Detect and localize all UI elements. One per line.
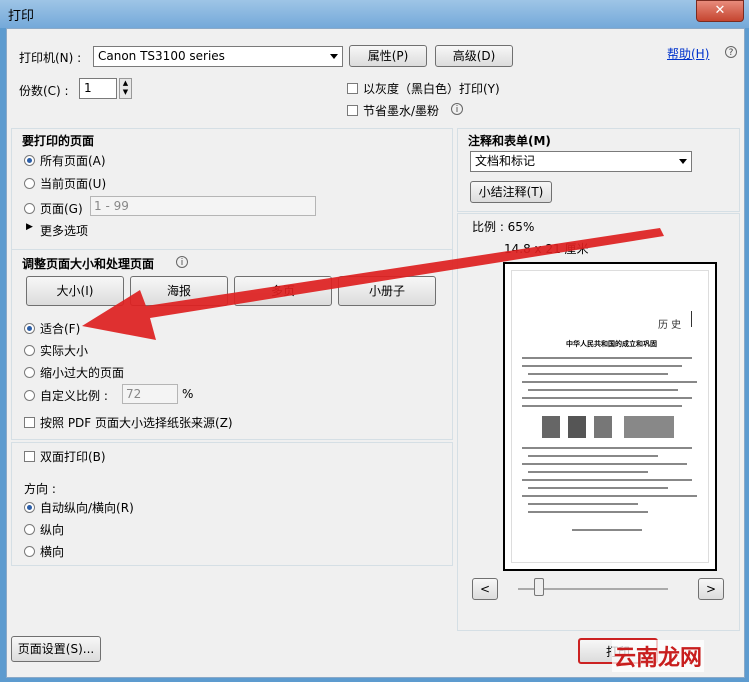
- red-arrow-annotation: [82, 228, 664, 340]
- arrow-shape: [82, 228, 664, 340]
- watermark-logo: 云南龙网: [612, 640, 705, 672]
